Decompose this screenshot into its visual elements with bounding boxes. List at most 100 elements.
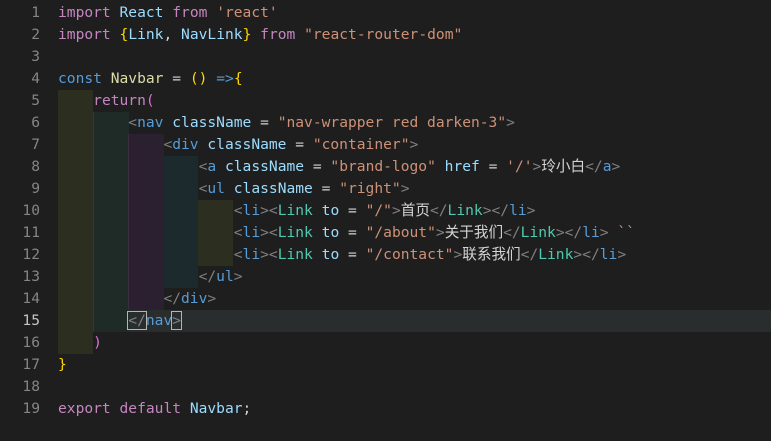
code-line[interactable]: import React from 'react' — [58, 2, 771, 24]
code-token: = — [339, 224, 366, 241]
code-token: li — [242, 246, 261, 263]
code-line[interactable]: } — [58, 354, 771, 376]
code-token: ) — [93, 334, 102, 351]
code-line[interactable]: <nav className = "nav-wrapper red darken… — [58, 112, 771, 134]
code-token: { — [119, 26, 129, 43]
code-line[interactable]: <li><Link to = "/">首页</Link></li> — [58, 200, 771, 222]
line-number: 14 — [22, 290, 40, 307]
code-token: = — [339, 246, 366, 263]
code-token: "/about" — [365, 224, 436, 241]
code-token: to — [321, 246, 340, 263]
code-token: > — [506, 114, 515, 131]
code-token: li — [582, 224, 600, 241]
code-token: > — [573, 246, 583, 263]
code-line[interactable]: </nav> — [58, 310, 771, 332]
code-token: href — [444, 158, 480, 175]
code-token: </ — [429, 202, 448, 219]
code-line[interactable]: ) — [58, 332, 771, 354]
code-token: </ — [491, 202, 510, 219]
code-token: Link — [520, 224, 556, 241]
code-token: import — [58, 4, 111, 21]
code-line[interactable]: </ul> — [58, 266, 771, 288]
code-token: > — [599, 224, 609, 241]
code-line[interactable]: <ul className = "right"> — [58, 178, 771, 200]
code-line[interactable]: <a className = "brand-logo" href = '/'>玲… — [58, 156, 771, 178]
code-token: > — [260, 246, 269, 263]
code-token: div — [181, 290, 208, 307]
code-token: < — [233, 246, 243, 263]
code-token: Link — [447, 202, 483, 219]
code-token: > — [409, 136, 419, 153]
line-number: 4 — [31, 70, 40, 87]
code-token: </ — [163, 290, 182, 307]
line-number: 9 — [31, 180, 40, 197]
code-token: Link — [277, 202, 313, 219]
code-token: li — [599, 246, 618, 263]
code-token: = — [304, 158, 331, 175]
code-token: > — [260, 202, 269, 219]
code-token: Navbar — [110, 70, 164, 87]
code-line[interactable]: <li><Link to = "/contact">联系我们</Link></l… — [58, 244, 771, 266]
code-token: < — [233, 224, 243, 241]
code-line[interactable]: return( — [58, 90, 771, 112]
code-token: "react-router-dom" — [304, 26, 463, 43]
code-token: > — [400, 180, 410, 197]
code-line[interactable] — [58, 46, 771, 68]
code-editor[interactable]: 1 2 3 4 5 6 7 8 9 10 11 12 13 14 15 16 17 18 19 import Rea… — [0, 0, 771, 441]
line-number: 13 — [22, 268, 40, 285]
code-line[interactable] — [58, 376, 771, 398]
code-token: => — [216, 70, 234, 87]
code-token: to — [321, 224, 340, 241]
code-token: { — [233, 70, 243, 87]
code-token: > — [435, 224, 445, 241]
code-token: NavLink — [181, 26, 243, 43]
code-token: li — [242, 224, 261, 241]
code-line[interactable]: export default Navbar; — [58, 398, 771, 420]
code-token: default — [119, 400, 182, 417]
code-line[interactable]: </div> — [58, 288, 771, 310]
code-token: > — [555, 224, 565, 241]
code-token: < — [268, 246, 278, 263]
code-token: < — [163, 136, 173, 153]
code-token: </ — [585, 158, 603, 175]
code-token: < — [268, 224, 278, 241]
code-line[interactable]: const Navbar = () =>{ — [58, 68, 771, 90]
code-token: </ — [582, 246, 600, 263]
code-token: ( — [145, 92, 155, 109]
code-area[interactable]: import React from 'react' import {Link, N… — [58, 2, 771, 420]
code-token: </ — [198, 268, 217, 285]
code-token: > — [526, 202, 536, 219]
line-number: 5 — [31, 92, 40, 109]
code-token: ul — [207, 180, 225, 197]
code-line[interactable]: <div className = "container"> — [58, 134, 771, 156]
code-token: 关于我们 — [444, 224, 504, 241]
code-token: from — [260, 26, 296, 43]
code-token: } — [58, 356, 67, 373]
line-number: 12 — [22, 246, 40, 263]
line-number: 6 — [31, 114, 40, 131]
code-token: < — [128, 114, 138, 131]
code-token: "/" — [365, 202, 392, 219]
code-line[interactable]: <li><Link to = "/about">关于我们</Link></li>… — [58, 222, 771, 244]
code-line[interactable]: import {Link, NavLink} from "react-route… — [58, 24, 771, 46]
line-number: 11 — [22, 224, 40, 241]
line-number: 7 — [31, 136, 40, 153]
code-token: </ — [564, 224, 583, 241]
code-token: a — [602, 158, 612, 175]
code-token: "right" — [339, 180, 401, 197]
